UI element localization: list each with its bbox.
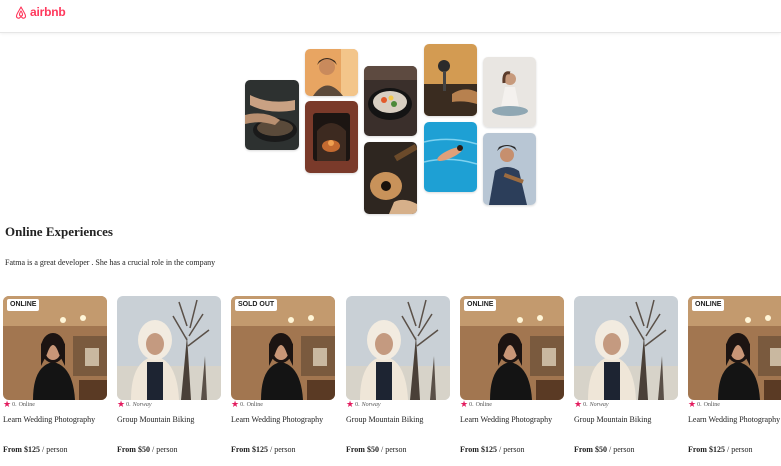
section-title: Online Experiences bbox=[5, 224, 113, 239]
star-icon: ★ bbox=[117, 399, 126, 409]
card-location: Online bbox=[703, 401, 720, 408]
card-rating-row: ★ 0. Online bbox=[460, 400, 492, 409]
card-title[interactable]: Group Mountain Biking bbox=[574, 415, 651, 424]
collage-hands-cooking bbox=[245, 80, 299, 150]
card-price-unit: / person bbox=[41, 445, 68, 454]
card-price-row: From $125 / person bbox=[3, 445, 68, 454]
card-price-unit: / person bbox=[380, 445, 407, 454]
collage-oven bbox=[305, 101, 358, 173]
card-price-row: From $125 / person bbox=[460, 445, 525, 454]
star-icon: ★ bbox=[574, 399, 583, 409]
card-location: Norway bbox=[589, 401, 609, 408]
experience-card[interactable]: ★ 0. Norway Group Mountain Biking From $50… bbox=[574, 296, 678, 466]
star-icon: ★ bbox=[3, 399, 12, 409]
collage-guitar bbox=[364, 142, 417, 214]
card-rating: 0. bbox=[12, 401, 17, 408]
card-badge: ONLINE bbox=[464, 299, 497, 311]
collage-woman-smiling bbox=[305, 49, 358, 96]
card-price: From $50 bbox=[346, 445, 379, 454]
card-rating-row: ★ 0. Online bbox=[3, 400, 35, 409]
section-description: Fatma is a great developer . She has a c… bbox=[5, 258, 216, 267]
card-title[interactable]: Learn Wedding Photography bbox=[688, 415, 780, 424]
experience-card[interactable]: SOLD OUT ★ 0. Online Learn Wedding Photogr… bbox=[231, 296, 335, 466]
experience-card[interactable]: ONLINE ★ 0. Online Learn Wedding Photograp… bbox=[688, 296, 781, 466]
card-price-unit: / person bbox=[269, 445, 296, 454]
card-rating: 0. bbox=[583, 401, 588, 408]
card-rating: 0. bbox=[469, 401, 474, 408]
card-price-row: From $125 / person bbox=[231, 445, 296, 454]
card-title[interactable]: Group Mountain Biking bbox=[117, 415, 194, 424]
card-rating: 0. bbox=[126, 401, 131, 408]
airbnb-logo[interactable]: airbnb bbox=[15, 5, 66, 19]
card-badge: ONLINE bbox=[692, 299, 725, 311]
card-image[interactable] bbox=[574, 296, 678, 400]
card-price-row: From $50 / person bbox=[117, 445, 178, 454]
card-price-unit: / person bbox=[498, 445, 525, 454]
card-price-row: From $50 / person bbox=[346, 445, 407, 454]
card-location: Norway bbox=[132, 401, 152, 408]
card-badge: ONLINE bbox=[7, 299, 40, 311]
collage-meditation bbox=[483, 57, 536, 127]
logo-text: airbnb bbox=[30, 5, 66, 19]
card-rating: 0. bbox=[240, 401, 245, 408]
card-price: From $125 bbox=[231, 445, 268, 454]
card-title[interactable]: Group Mountain Biking bbox=[346, 415, 423, 424]
card-price-row: From $125 / person bbox=[688, 445, 753, 454]
card-price: From $50 bbox=[117, 445, 150, 454]
experience-card[interactable]: ONLINE ★ 0. Online Learn Wedding Photograp… bbox=[460, 296, 564, 466]
card-image[interactable]: ONLINE bbox=[460, 296, 564, 400]
collage-swimmer bbox=[424, 122, 477, 192]
card-title[interactable]: Learn Wedding Photography bbox=[231, 415, 323, 424]
card-location: Online bbox=[18, 401, 35, 408]
card-image[interactable]: SOLD OUT bbox=[231, 296, 335, 400]
card-title[interactable]: Learn Wedding Photography bbox=[3, 415, 95, 424]
star-icon: ★ bbox=[231, 399, 240, 409]
star-icon: ★ bbox=[346, 399, 355, 409]
collage-microphone bbox=[424, 44, 477, 116]
card-price: From $125 bbox=[688, 445, 725, 454]
card-rating: 0. bbox=[697, 401, 702, 408]
card-rating: 0. bbox=[355, 401, 360, 408]
experience-card[interactable]: ★ 0. Norway Group Mountain Biking From $50… bbox=[346, 296, 450, 466]
card-image[interactable] bbox=[117, 296, 221, 400]
card-location: Online bbox=[246, 401, 263, 408]
card-price-unit: / person bbox=[151, 445, 178, 454]
card-location: Online bbox=[475, 401, 492, 408]
collage-musician bbox=[483, 133, 536, 205]
card-price-unit: / person bbox=[608, 445, 635, 454]
card-image[interactable] bbox=[346, 296, 450, 400]
card-title[interactable]: Learn Wedding Photography bbox=[460, 415, 552, 424]
star-icon: ★ bbox=[460, 399, 469, 409]
experience-card[interactable]: ONLINE ★ 0. Online Learn Wedding Photograp… bbox=[3, 296, 107, 466]
star-icon: ★ bbox=[688, 399, 697, 409]
top-nav-bar: airbnb bbox=[0, 0, 781, 33]
card-price: From $125 bbox=[460, 445, 497, 454]
collage-food-bowl bbox=[364, 66, 417, 136]
airbnb-icon bbox=[15, 5, 27, 19]
card-image[interactable]: ONLINE bbox=[688, 296, 781, 400]
experience-card[interactable]: ★ 0. Norway Group Mountain Biking From $50… bbox=[117, 296, 221, 466]
card-price: From $50 bbox=[574, 445, 607, 454]
card-price-row: From $50 / person bbox=[574, 445, 635, 454]
card-rating-row: ★ 0. Norway bbox=[574, 400, 609, 409]
card-rating-row: ★ 0. Online bbox=[688, 400, 720, 409]
card-rating-row: ★ 0. Online bbox=[231, 400, 263, 409]
card-rating-row: ★ 0. Norway bbox=[346, 400, 381, 409]
card-price-unit: / person bbox=[726, 445, 753, 454]
card-badge: SOLD OUT bbox=[235, 299, 278, 311]
card-location: Norway bbox=[361, 401, 381, 408]
card-image[interactable]: ONLINE bbox=[3, 296, 107, 400]
card-price: From $125 bbox=[3, 445, 40, 454]
card-rating-row: ★ 0. Norway bbox=[117, 400, 152, 409]
